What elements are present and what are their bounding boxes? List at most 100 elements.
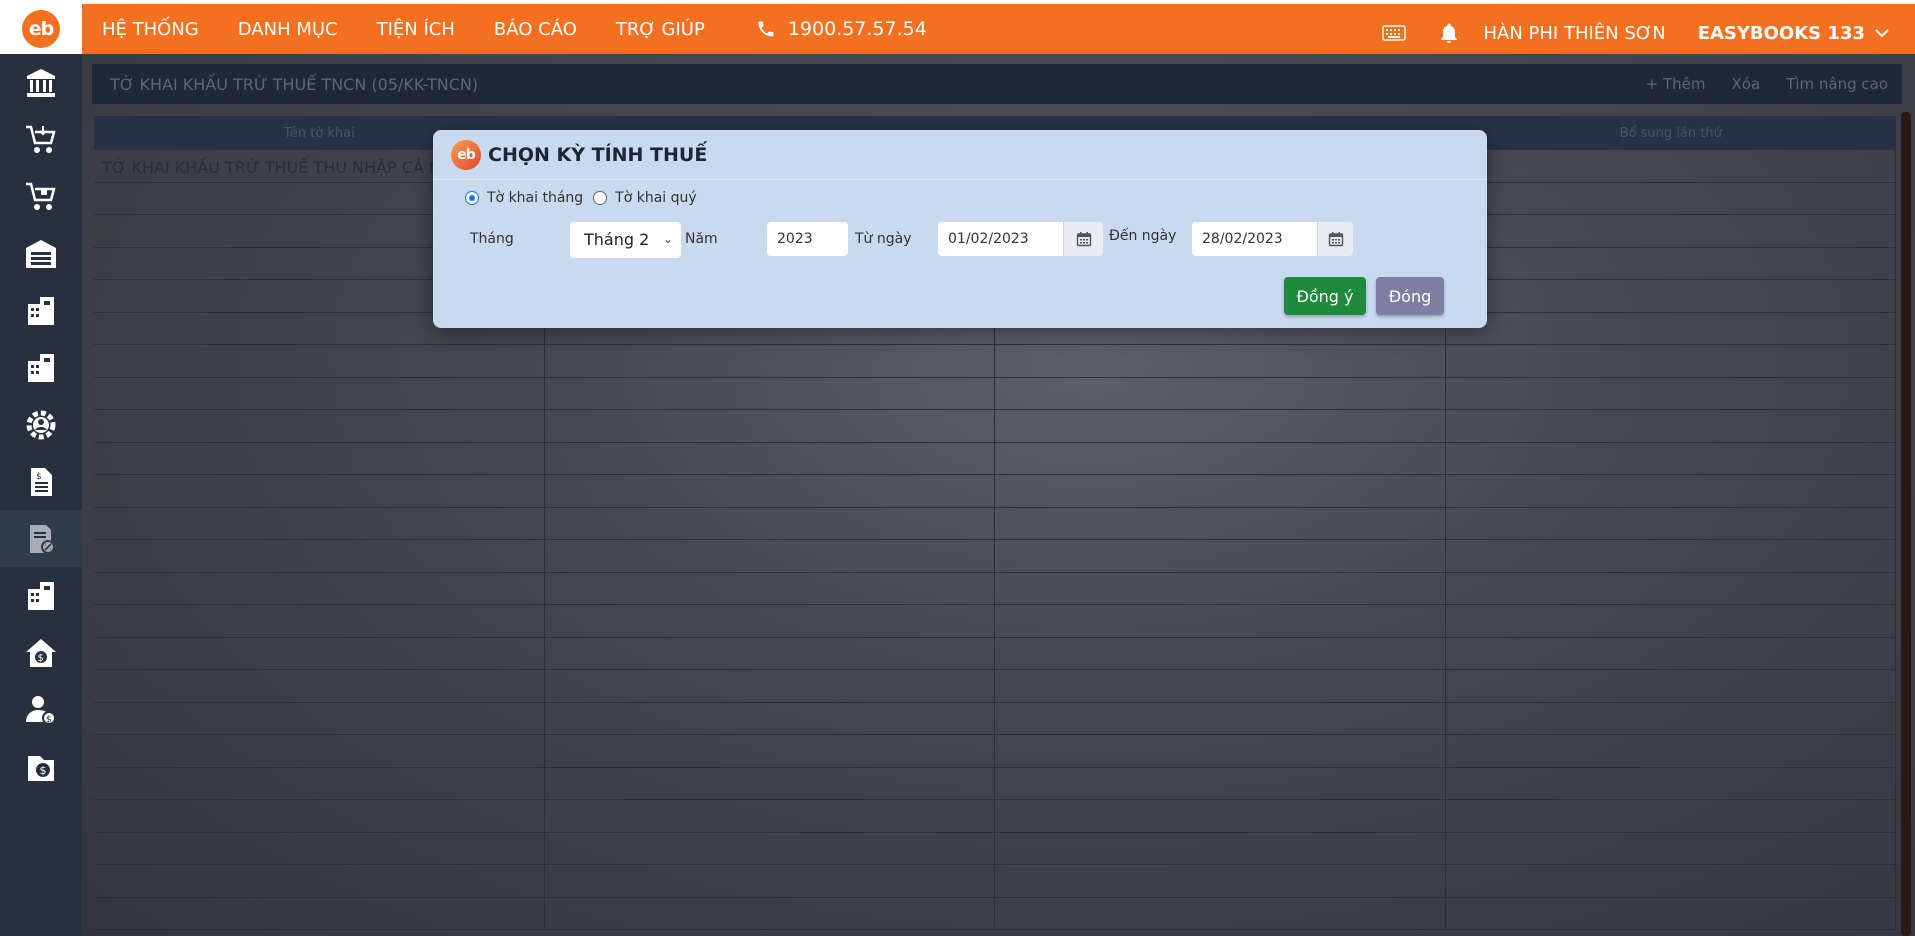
sidebar-item-warehouse[interactable] [0, 225, 82, 282]
table-row [94, 540, 1896, 573]
year-input[interactable]: 2023 [767, 222, 848, 256]
sidebar-item-budget[interactable]: $ [0, 624, 82, 681]
table-row [94, 572, 1896, 605]
close-button[interactable]: Đóng [1376, 277, 1444, 315]
panel-header: TỜ KHAI KHẤU TRỪ THUẾ TNCN (05/KK-TNCN) … [92, 64, 1902, 104]
document-dollar-icon: $ [31, 467, 52, 496]
svg-text:$: $ [40, 764, 47, 777]
bank-icon [27, 68, 55, 97]
svg-text:$: $ [46, 715, 52, 725]
tax-period-dialog: eb CHỌN KỲ TÍNH THUẾ Tờ khai tháng Tờ kh… [433, 130, 1487, 328]
svg-text:$: $ [36, 472, 42, 482]
logo-container[interactable]: eb [0, 4, 82, 54]
cart-in-icon [26, 125, 56, 153]
month-select[interactable]: Tháng 2 ⌄ [570, 222, 681, 258]
delete-button[interactable]: Xóa [1732, 75, 1761, 93]
phone-icon [758, 21, 774, 37]
menu-danh-muc[interactable]: DANH MỤC [238, 19, 338, 40]
add-button[interactable]: + Thêm [1646, 75, 1706, 93]
radio-quarterly[interactable] [593, 191, 608, 205]
table-row [94, 637, 1896, 670]
table-row [94, 832, 1896, 865]
table-row [94, 735, 1896, 768]
table-row [94, 800, 1896, 833]
sidebar-item-payroll[interactable]: $ [0, 453, 82, 510]
sidebar-item-reports[interactable] [0, 567, 82, 624]
table-row [94, 670, 1896, 703]
menu-bao-cao[interactable]: BÁO CÁO [494, 19, 577, 40]
sidebar-item-settings[interactable] [0, 396, 82, 453]
from-date-picker-button[interactable] [1063, 222, 1103, 256]
sidebar: $ $ $ $ [0, 54, 82, 936]
dialog-header: eb CHỌN KỲ TÍNH THUẾ [433, 130, 1487, 180]
declaration-type-group: Tờ khai tháng Tờ khai quý [465, 190, 707, 206]
sidebar-item-bank[interactable] [0, 54, 82, 111]
sidebar-item-sales[interactable] [0, 168, 82, 225]
app-logo[interactable]: eb [22, 10, 60, 48]
table-row [94, 702, 1896, 735]
menu-he-thong[interactable]: HỆ THỐNG [102, 19, 199, 40]
table-row [94, 865, 1896, 898]
folder-dollar-icon: $ [28, 755, 54, 781]
dialog-title: CHỌN KỲ TÍNH THUẾ [488, 143, 708, 166]
table-row [94, 410, 1896, 443]
panel-title: TỜ KHAI KHẤU TRỪ THUẾ TNCN (05/KK-TNCN) [110, 74, 479, 94]
warehouse-icon [26, 239, 56, 268]
vertical-scrollbar[interactable] [1901, 112, 1911, 936]
company-name: EASYBOOKS 133 [1697, 22, 1865, 44]
menu-tien-ich[interactable]: TIỆN ÍCH [377, 19, 455, 40]
tax-document-icon [30, 524, 55, 554]
table-cell [1446, 150, 1896, 182]
radio-monthly[interactable] [465, 191, 479, 205]
keyboard-icon[interactable] [1381, 25, 1406, 41]
company-selector[interactable]: EASYBOOKS 133 [1698, 23, 1889, 44]
building-calc-icon [28, 296, 54, 325]
sidebar-item-tools[interactable] [0, 339, 82, 396]
user-name[interactable]: HÀN PHI THIÊN SƠN [1484, 23, 1666, 44]
period-form: Tháng Tháng 2 ⌄ Năm 2023 Từ ngày 01/02/2… [470, 220, 1470, 258]
sidebar-item-cost[interactable]: $ [0, 738, 82, 795]
panel-actions: + Thêm Xóa Tìm nâng cao [1620, 64, 1888, 104]
from-date-input[interactable]: 01/02/2023 [938, 222, 1063, 256]
to-date-input[interactable]: 28/02/2023 [1192, 222, 1317, 256]
top-right-area: HÀN PHI THIÊN SƠN EASYBOOKS 133 [1381, 8, 1890, 58]
table-row [94, 605, 1896, 638]
gear-user-icon [26, 410, 56, 439]
calendar-icon [1328, 232, 1343, 247]
phone-number: 1900.57.57.54 [787, 18, 927, 40]
table-row [94, 767, 1896, 800]
sidebar-item-employee[interactable]: $ [0, 681, 82, 738]
sidebar-item-assets[interactable] [0, 282, 82, 339]
chevron-down-icon: ⌄ [662, 232, 673, 246]
bell-icon[interactable] [1440, 23, 1458, 43]
month-select-value: Tháng 2 [584, 230, 650, 249]
advanced-search-button[interactable]: Tìm nâng cao [1786, 75, 1888, 93]
column-header[interactable]: Bổ sung lần thứ [1446, 116, 1897, 150]
top-navbar: eb HỆ THỐNG DANH MỤC TIỆN ÍCH BÁO CÁO TR… [0, 0, 1915, 54]
radio-quarterly-label[interactable]: Tờ khai quý [615, 190, 697, 206]
agree-button[interactable]: Đồng ý [1284, 277, 1366, 315]
table-row [94, 377, 1896, 410]
main-menu: HỆ THỐNG DANH MỤC TIỆN ÍCH BÁO CÁO TRỢ G… [102, 19, 744, 40]
chevron-down-icon [1875, 29, 1889, 38]
hotline: 1900.57.57.54 [756, 18, 927, 40]
building-report-icon [28, 581, 54, 610]
month-label: Tháng [470, 231, 514, 247]
table-row [94, 897, 1896, 930]
sidebar-item-tax[interactable] [0, 510, 82, 567]
calendar-icon [1076, 232, 1091, 247]
to-date-label: Đến ngày [1109, 228, 1177, 244]
house-dollar-icon: $ [26, 638, 56, 667]
sidebar-item-purchase[interactable] [0, 111, 82, 168]
from-date-label: Từ ngày [855, 231, 912, 247]
table-row [94, 345, 1896, 378]
user-dollar-icon: $ [26, 695, 56, 725]
table-row [94, 507, 1896, 540]
dialog-logo: eb [451, 139, 481, 170]
table-row [94, 442, 1896, 475]
menu-tro-giup[interactable]: TRỢ GIÚP [616, 19, 705, 40]
radio-monthly-label[interactable]: Tờ khai tháng [487, 190, 583, 206]
cart-out-icon [26, 182, 56, 210]
svg-text:$: $ [38, 653, 44, 664]
to-date-picker-button[interactable] [1317, 222, 1353, 256]
